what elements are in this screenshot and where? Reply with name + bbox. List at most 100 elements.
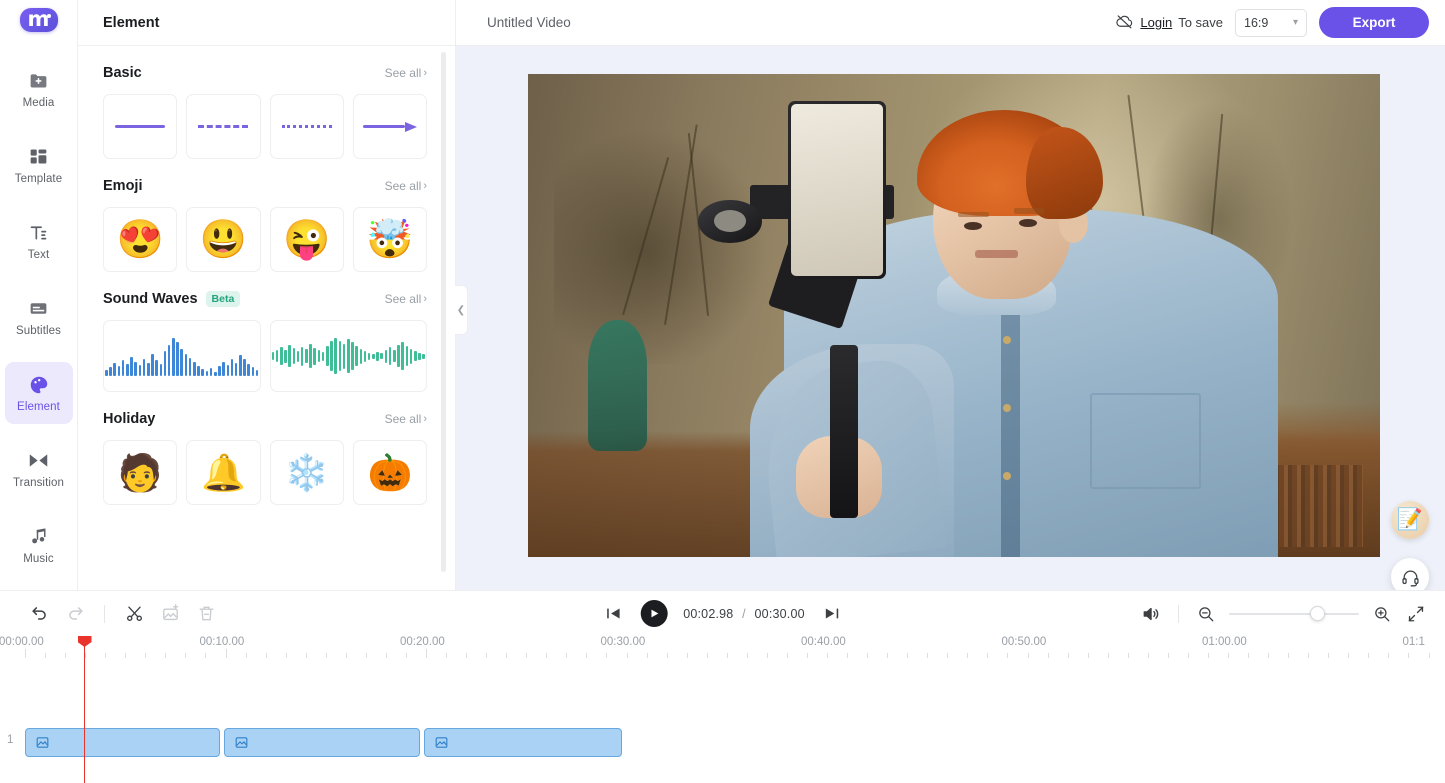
basic-items: [103, 94, 427, 159]
timeline: 00:02.98 / 00:30.00 00:00.00 00:10.00 00…: [0, 590, 1445, 783]
see-all-label: See all: [384, 66, 422, 80]
see-all-basic[interactable]: See all ›: [385, 66, 427, 80]
volume-icon[interactable]: [1140, 603, 1162, 625]
export-button[interactable]: Export: [1319, 7, 1429, 38]
ruler-label: 00:20.00: [400, 636, 445, 648]
toolbar-divider: [104, 604, 105, 623]
play-button[interactable]: [640, 600, 668, 627]
solid-line-icon: [115, 125, 166, 128]
split-scissors-button[interactable]: [123, 603, 145, 625]
timeline-clip[interactable]: [224, 728, 420, 757]
skip-to-start-button[interactable]: [602, 603, 624, 625]
sidebar-item-element[interactable]: Element: [4, 362, 73, 424]
panel-scrollbar[interactable]: [441, 52, 446, 572]
zoom-in-button[interactable]: [1371, 603, 1393, 625]
clip-image-icon: [35, 735, 50, 750]
panel-body[interactable]: Basic See all › Emoji See all › 😍 😃 😜 🤯 …: [78, 46, 455, 590]
total-time: 00:30.00: [754, 606, 805, 621]
preview-gimbal-handle: [830, 344, 858, 519]
sidebar-item-media[interactable]: Media: [5, 58, 73, 120]
sidebar-item-transition[interactable]: Transition: [5, 438, 73, 500]
element-smiling-emoji[interactable]: 😃: [186, 207, 261, 272]
ruler-label: 01:1: [1402, 636, 1425, 648]
skip-to-end-button[interactable]: [821, 603, 843, 625]
logo-dot: [46, 14, 51, 18]
sidebar-item-label: Element: [17, 400, 60, 413]
sound-wave-items: [103, 320, 427, 392]
timeline-clip[interactable]: [424, 728, 622, 757]
login-link[interactable]: Login: [1140, 15, 1172, 30]
video-editor-app: m Media Template Text Subtitles Element …: [0, 0, 1445, 783]
sidebar-item-text[interactable]: Text: [5, 210, 73, 272]
sidebar-item-label: Subtitles: [15, 324, 61, 337]
zoom-slider[interactable]: [1229, 606, 1359, 622]
heart-eyes-emoji: 😍: [116, 218, 164, 261]
zoom-slider-handle[interactable]: [1309, 606, 1325, 621]
redo-button[interactable]: [64, 603, 86, 625]
playhead[interactable]: [77, 636, 92, 783]
element-bomb-face-emoji[interactable]: 🤯: [352, 207, 427, 272]
section-title: Basic: [103, 65, 142, 81]
undo-button[interactable]: [28, 603, 50, 625]
section-header: Basic See all ›: [103, 62, 427, 84]
element-jack-o-lantern-emoji[interactable]: 🎃: [352, 440, 427, 505]
section-header: Holiday See all ›: [103, 408, 427, 430]
subtitles-icon: [28, 298, 49, 320]
save-status: Login To save: [1115, 12, 1223, 34]
sidebar-item-template[interactable]: Template: [5, 134, 73, 196]
transition-icon: [27, 450, 50, 472]
element-gingerbread-man-emoji[interactable]: 🧑: [103, 440, 178, 505]
see-all-emoji[interactable]: See all ›: [385, 179, 427, 193]
green-waveform-icon: [271, 336, 425, 376]
left-sidebar: m Media Template Text Subtitles Element …: [0, 0, 78, 590]
sidebar-item-label: Media: [22, 96, 55, 109]
element-heart-eyes-emoji[interactable]: 😍: [103, 207, 178, 272]
see-all-sound-waves[interactable]: See all ›: [385, 292, 427, 306]
element-snowflake-emoji[interactable]: ❄️: [269, 440, 344, 505]
preview-phone: [787, 100, 886, 280]
project-title[interactable]: Untitled Video: [487, 15, 571, 30]
section-title: Holiday: [103, 411, 156, 427]
element-arrow-line[interactable]: [352, 94, 427, 159]
element-bell-emoji[interactable]: 🔔: [186, 440, 261, 505]
feedback-note-icon[interactable]: 📝: [1391, 501, 1429, 539]
fit-screen-button[interactable]: [1405, 603, 1427, 625]
collapse-panel-handle[interactable]: ❮: [455, 285, 468, 335]
emoji-items: 😍 😃 😜 🤯: [103, 207, 427, 272]
preview-stage: ❮ 📝: [455, 46, 1445, 623]
element-dotted-line[interactable]: [269, 94, 344, 159]
logo-glyph: m: [27, 6, 50, 31]
delete-button[interactable]: [195, 603, 217, 625]
timeline-clip[interactable]: [25, 728, 220, 757]
ruler-label: 00:10.00: [199, 636, 245, 648]
see-all-label: See all: [384, 292, 422, 306]
ruler-label: 00:30.00: [600, 636, 646, 648]
element-winking-emoji[interactable]: 😜: [269, 207, 344, 272]
zoom-out-button[interactable]: [1195, 603, 1217, 625]
video-preview[interactable]: [528, 74, 1380, 557]
element-green-waveform[interactable]: [269, 320, 427, 392]
sidebar-item-subtitles[interactable]: Subtitles: [5, 286, 73, 348]
aspect-ratio-select[interactable]: 16:9 ▾: [1235, 8, 1307, 37]
sidebar-item-music[interactable]: Music: [5, 514, 73, 576]
template-icon: [28, 146, 49, 168]
element-solid-line[interactable]: [103, 94, 178, 159]
time-separator: /: [742, 606, 746, 621]
section-emoji: Emoji See all › 😍 😃 😜 🤯: [78, 159, 455, 272]
track-row: 1: [0, 728, 1445, 757]
element-blue-bars-waveform[interactable]: [103, 320, 261, 392]
edit-tools: [28, 603, 217, 625]
header-actions: Login To save 16:9 ▾ Export: [1115, 7, 1445, 38]
timeline-ruler[interactable]: 00:00.00 00:10.00 00:20.00 00:30.00 00:40.00…: [0, 636, 1445, 666]
app-logo[interactable]: m: [19, 6, 58, 32]
save-hint-label: To save: [1178, 15, 1223, 30]
section-header: Emoji See all ›: [103, 175, 427, 197]
add-image-button[interactable]: [159, 603, 181, 625]
section-basic: Basic See all ›: [78, 46, 455, 159]
element-dashed-line[interactable]: [186, 94, 261, 159]
section-title: Emoji: [103, 178, 143, 194]
see-all-holiday[interactable]: See all ›: [385, 412, 427, 426]
track-number: 1: [7, 734, 14, 746]
element-icon: [28, 374, 50, 396]
holiday-items: 🧑 🔔 ❄️ 🎃: [103, 440, 427, 505]
